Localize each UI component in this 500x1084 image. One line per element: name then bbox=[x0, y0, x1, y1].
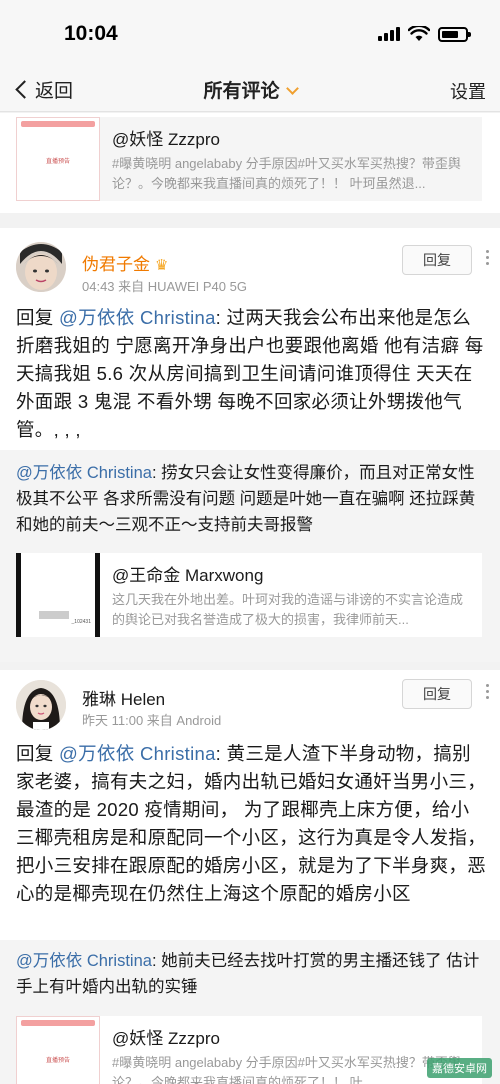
mention-link[interactable]: @万依依 Christina bbox=[59, 743, 216, 764]
reply-button[interactable]: 回复 bbox=[402, 245, 472, 275]
mention-link[interactable]: @万依依 Christina bbox=[59, 307, 216, 328]
status-time: 10:04 bbox=[64, 22, 118, 45]
mention-link[interactable]: @万依依 Christina bbox=[16, 952, 152, 970]
post-thumbnail: 直播预告 bbox=[16, 117, 100, 201]
nav-bar: 返回 所有评论 设置 bbox=[0, 66, 500, 112]
comment-card: 雅琳 Helen 昨天 11:00 来自 Android 回复 回复 @万依依 … bbox=[0, 670, 500, 940]
cellular-signal-icon bbox=[378, 27, 400, 41]
avatar[interactable] bbox=[16, 242, 66, 292]
status-bar: 10:04 bbox=[0, 0, 500, 66]
shared-post[interactable]: _102431 @王命金 Marxwong 这几天我在外地出差。叶珂对我的造谣与… bbox=[16, 553, 482, 637]
battery-icon bbox=[438, 26, 471, 42]
mention-link[interactable]: @万依依 Christina bbox=[16, 464, 152, 482]
comment-username[interactable]: 雅琳 Helen bbox=[82, 685, 165, 710]
comment-filter-dropdown[interactable]: 所有评论 bbox=[0, 76, 500, 103]
shared-post-author: @王命金 Marxwong bbox=[112, 566, 264, 585]
post-thumbnail: _102431 bbox=[16, 553, 100, 637]
avatar[interactable] bbox=[16, 680, 66, 730]
comment-text: 回复 @万依依 Christina: 过两天我会公布出来他是怎么折磨我姐的 宁愿… bbox=[16, 307, 484, 440]
shared-post[interactable]: 直播预告 @妖怪 Zzzpro #曝黄晓明 angelababy 分手原因#叶又… bbox=[16, 117, 482, 201]
shared-post-excerpt: 这几天我在外地出差。叶珂对我的造谣与诽谤的不实言论造成的舆论已对我名誉造成了极大… bbox=[112, 592, 464, 627]
quoted-comment-block: @万依依 Christina: 她前夫已经去找叶打赏的男主播还钱了 估计手上有叶… bbox=[0, 940, 500, 1084]
shared-post-excerpt: #曝黄晓明 angelababy 分手原因#叶又买水军买热搜？带歪舆论？。今晚都… bbox=[112, 1055, 461, 1084]
chevron-down-icon bbox=[285, 82, 299, 95]
shared-post-author: @妖怪 Zzzpro bbox=[112, 1029, 220, 1048]
reply-button[interactable]: 回复 bbox=[402, 679, 472, 709]
settings-button[interactable]: 设置 bbox=[450, 78, 486, 104]
post-thumbnail: 直播预告 bbox=[16, 1016, 100, 1084]
comment-meta: 04:43 来自 HUAWEI P40 5G bbox=[82, 279, 247, 294]
shared-post[interactable]: 直播预告 @妖怪 Zzzpro #曝黄晓明 angelababy 分手原因#叶又… bbox=[16, 1016, 482, 1084]
shared-post-section: 直播预告 @妖怪 Zzzpro #曝黄晓明 angelababy 分手原因#叶又… bbox=[0, 113, 500, 213]
more-options-icon[interactable] bbox=[486, 684, 490, 702]
more-options-icon[interactable] bbox=[486, 250, 490, 268]
wifi-icon bbox=[408, 26, 430, 41]
comment-card: 伪君子金 ♛ 04:43 来自 HUAWEI P40 5G 回复 回复 @万依依 … bbox=[0, 228, 500, 450]
comment-username[interactable]: 伪君子金 ♛ bbox=[82, 250, 168, 275]
crown-badge-icon: ♛ bbox=[155, 257, 169, 274]
status-icons bbox=[378, 26, 471, 42]
page-title: 所有评论 bbox=[203, 81, 280, 102]
shared-post-excerpt: #曝黄晓明 angelababy 分手原因#叶又买水军买热搜？带歪舆论？。今晚都… bbox=[112, 156, 461, 191]
watermark-logo: 嘉德安卓网 bbox=[427, 1058, 492, 1078]
comment-text: 回复 @万依依 Christina: 黄三是人渣下半身动物，搞别家老婆，搞有夫之… bbox=[16, 743, 487, 904]
comment-meta: 昨天 11:00 来自 Android bbox=[82, 713, 222, 728]
quoted-comment-block: @万依依 Christina: 捞女只会让女性变得廉价，而且对正常女性极其不公平… bbox=[0, 450, 500, 662]
quoted-comment-text: @万依依 Christina: 捞女只会让女性变得廉价，而且对正常女性极其不公平… bbox=[16, 464, 476, 534]
quoted-comment-text: @万依依 Christina: 她前夫已经去找叶打赏的男主播还钱了 估计手上有叶… bbox=[16, 952, 480, 996]
shared-post-author: @妖怪 Zzzpro bbox=[112, 130, 220, 149]
